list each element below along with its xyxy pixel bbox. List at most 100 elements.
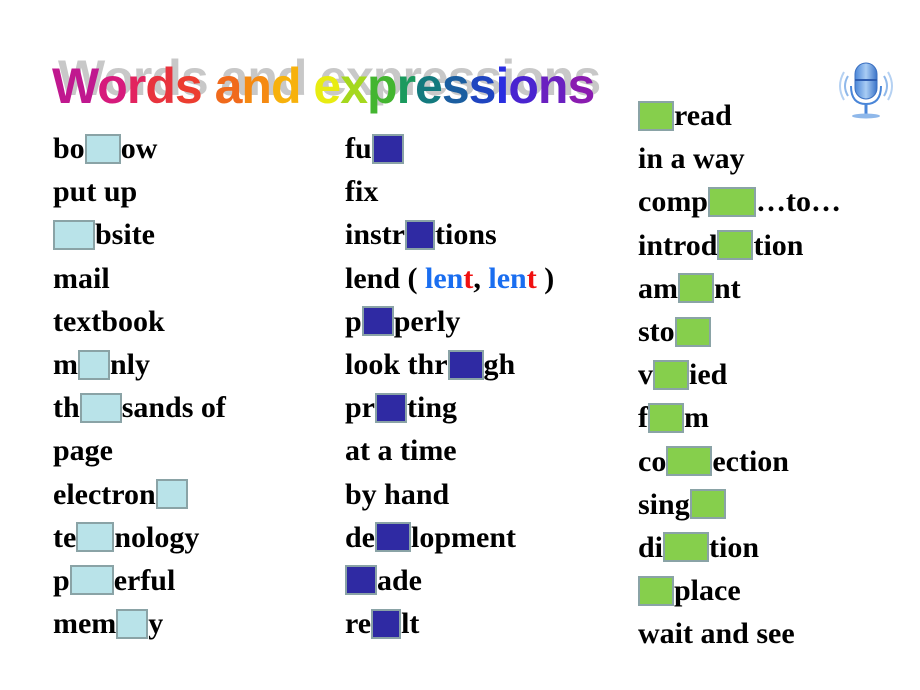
blank-box[interactable] bbox=[345, 565, 377, 596]
blank-box[interactable] bbox=[69, 565, 114, 596]
title-letter: r bbox=[396, 58, 416, 114]
title-letter: W bbox=[52, 58, 98, 114]
word-text: page bbox=[53, 434, 113, 468]
word-item: te nology bbox=[53, 516, 226, 559]
word-text: m bbox=[53, 348, 78, 382]
blank-box[interactable] bbox=[663, 532, 710, 563]
word-text: bo bbox=[53, 132, 85, 166]
title-letter: x bbox=[340, 58, 368, 114]
word-text: de bbox=[345, 520, 375, 554]
blank-box[interactable] bbox=[405, 219, 435, 250]
word-text: comp bbox=[638, 185, 708, 219]
word-column-1: bo ow put up bsite mail textbook m nly th sands o… bbox=[53, 127, 226, 645]
blank-box[interactable] bbox=[76, 522, 115, 553]
word-text: tion bbox=[753, 228, 804, 262]
word-item: sing bbox=[638, 483, 841, 526]
word-text: mem bbox=[53, 607, 117, 641]
blank-box[interactable] bbox=[666, 446, 713, 477]
blank-box[interactable] bbox=[674, 316, 711, 347]
word-item: th sands of bbox=[53, 386, 226, 429]
word-item: in a way bbox=[638, 137, 841, 180]
word-item: de lopment bbox=[345, 516, 554, 559]
title-letter: a bbox=[214, 58, 243, 114]
word-text: re bbox=[345, 607, 372, 641]
blank-box[interactable] bbox=[79, 392, 122, 423]
word-item: textbook bbox=[53, 300, 226, 343]
title-letter: s bbox=[468, 58, 497, 114]
word-item: comp …to… bbox=[638, 180, 841, 223]
word-text: tion bbox=[709, 530, 760, 564]
blank-box[interactable] bbox=[116, 608, 149, 639]
title-letter: e bbox=[415, 58, 443, 114]
word-item: v ied bbox=[638, 353, 841, 396]
blank-box[interactable] bbox=[84, 133, 121, 164]
blank-box[interactable] bbox=[678, 273, 714, 304]
blank-box[interactable] bbox=[361, 306, 394, 337]
title-letter: e bbox=[313, 58, 341, 114]
blank-box[interactable] bbox=[371, 608, 402, 639]
title-letter: s bbox=[441, 58, 470, 114]
word-item: bsite bbox=[53, 213, 226, 256]
word-text: sands of bbox=[121, 391, 226, 425]
blank-box[interactable] bbox=[53, 219, 95, 250]
title-letter: d bbox=[145, 58, 176, 114]
blank-box[interactable] bbox=[708, 186, 756, 217]
word-item: instr tions bbox=[345, 213, 554, 256]
blank-box[interactable] bbox=[638, 575, 674, 606]
word-text: lopment bbox=[411, 520, 516, 554]
word-text: nt bbox=[714, 271, 741, 305]
word-text: put up bbox=[53, 175, 138, 209]
blank-box[interactable] bbox=[447, 349, 484, 380]
word-text: place bbox=[674, 574, 741, 608]
word-item: read bbox=[638, 94, 841, 137]
word-item: am nt bbox=[638, 267, 841, 310]
word-item: co ection bbox=[638, 440, 841, 483]
word-text: lt bbox=[401, 607, 420, 641]
word-item: fu bbox=[345, 127, 554, 170]
blank-box[interactable] bbox=[375, 522, 411, 553]
word-item: ade bbox=[345, 559, 554, 602]
word-text: ) bbox=[536, 261, 555, 295]
microphone-icon[interactable] bbox=[838, 60, 894, 120]
word-item: place bbox=[638, 569, 841, 612]
blank-box[interactable] bbox=[653, 359, 689, 390]
word-item: wait and see bbox=[638, 612, 841, 655]
word-text: introd bbox=[638, 228, 718, 262]
blank-box[interactable] bbox=[78, 349, 110, 380]
blank-box[interactable] bbox=[371, 133, 404, 164]
title-letter bbox=[202, 58, 215, 114]
word-text: di bbox=[638, 530, 664, 564]
word-item: fix bbox=[345, 170, 554, 213]
title-letter: o bbox=[508, 58, 539, 114]
word-text: at a time bbox=[345, 434, 457, 468]
word-text: nology bbox=[114, 520, 200, 554]
word-column-2: fu fix instr tions lend ( len t, len t ) p perly… bbox=[345, 127, 554, 645]
blank-box[interactable] bbox=[155, 479, 188, 510]
word-text: electron bbox=[53, 477, 156, 511]
blank-box[interactable] bbox=[717, 230, 754, 261]
word-text: p bbox=[345, 304, 362, 338]
word-item: put up bbox=[53, 170, 226, 213]
word-item: p perly bbox=[345, 300, 554, 343]
word-text: erful bbox=[113, 563, 176, 597]
blank-box[interactable] bbox=[689, 489, 726, 520]
word-text: t bbox=[526, 261, 537, 295]
blank-box[interactable] bbox=[375, 392, 407, 423]
word-text: …to… bbox=[756, 185, 841, 219]
word-text: te bbox=[53, 520, 77, 554]
word-text: p bbox=[53, 563, 70, 597]
word-item: page bbox=[53, 429, 226, 472]
word-text: ade bbox=[377, 563, 422, 597]
word-text: pr bbox=[345, 391, 375, 425]
word-text: t bbox=[463, 261, 474, 295]
word-item: di tion bbox=[638, 526, 841, 569]
title-text: Words and expressions bbox=[52, 58, 595, 114]
blank-box[interactable] bbox=[638, 100, 674, 131]
word-item: at a time bbox=[345, 429, 554, 472]
word-text: ection bbox=[712, 444, 789, 478]
word-text: ow bbox=[120, 132, 158, 166]
word-text: in a way bbox=[638, 142, 745, 176]
blank-box[interactable] bbox=[648, 402, 684, 433]
word-item: re lt bbox=[345, 602, 554, 645]
word-item: pr ting bbox=[345, 386, 554, 429]
